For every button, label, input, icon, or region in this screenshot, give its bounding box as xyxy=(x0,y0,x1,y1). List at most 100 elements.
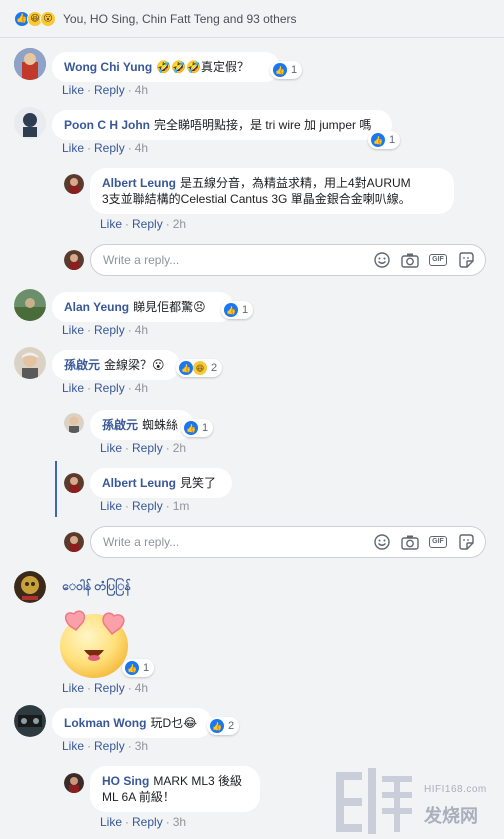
highlight-thread-line xyxy=(55,461,57,517)
like-count-badge[interactable]: 👍 1 xyxy=(122,659,155,677)
reply-link[interactable]: Reply xyxy=(132,441,163,455)
timestamp[interactable]: 4h xyxy=(135,83,148,97)
like-link[interactable]: Like xyxy=(100,499,122,513)
like-count-badge[interactable]: 👍 1 xyxy=(368,131,401,149)
comment-text: 蜘蛛絲 xyxy=(142,418,179,432)
reply-link[interactable]: Reply xyxy=(132,499,163,513)
comment-bubble: Alan Yeung 睇見佢都驚😣 xyxy=(52,292,234,322)
reply-link[interactable]: Reply xyxy=(94,681,125,695)
avatar[interactable] xyxy=(64,413,84,433)
like-count-badge[interactable]: 👍 😆 2 xyxy=(176,359,223,377)
comment-author[interactable]: Albert Leung xyxy=(102,476,176,490)
like-count-badge[interactable]: 👍 1 xyxy=(270,61,303,79)
reply-link[interactable]: Reply xyxy=(94,323,125,337)
like-link[interactable]: Like xyxy=(62,141,84,155)
like-count: 2 xyxy=(228,720,235,732)
sticker-icon[interactable] xyxy=(457,534,475,550)
avatar[interactable] xyxy=(64,473,84,493)
like-count-badge[interactable]: 👍 1 xyxy=(181,419,214,437)
comment-author[interactable]: 孫啟元 xyxy=(64,358,100,372)
sticker-icon[interactable] xyxy=(457,252,475,268)
avatar[interactable] xyxy=(14,289,46,321)
like-icon: 👍 xyxy=(125,661,139,675)
like-count-badge[interactable]: 👍 2 xyxy=(207,717,240,735)
comment-text: 完全睇唔明點接，是 tri wire 加 jumper 嗎 xyxy=(154,118,372,132)
timestamp[interactable]: 4h xyxy=(135,323,148,337)
avatar-image xyxy=(64,532,84,552)
reply-input[interactable]: Write a reply... GIF xyxy=(90,244,486,276)
like-link[interactable]: Like xyxy=(62,83,84,97)
heart-eyes-sticker[interactable] xyxy=(56,604,132,680)
timestamp[interactable]: 4h xyxy=(135,681,148,695)
reply-link[interactable]: Reply xyxy=(94,141,125,155)
reply-bubble: Albert Leung 是五線分音，為精益求精，用上4對AURUM 3支並聯結構… xyxy=(90,168,454,214)
comment-author[interactable]: Lokman Wong xyxy=(64,716,146,730)
avatar[interactable] xyxy=(14,347,46,379)
like-link[interactable]: Like xyxy=(100,441,122,455)
emoji-icon[interactable] xyxy=(373,252,391,268)
comment-text: 🤣🤣🤣真定假？ xyxy=(156,60,250,74)
timestamp[interactable]: 4h xyxy=(135,141,148,155)
comment-author[interactable]: Poon C H John xyxy=(64,118,150,132)
like-link[interactable]: Like xyxy=(62,681,84,695)
reply-actions: Like · Reply · 3h xyxy=(100,815,187,829)
comment-author[interactable]: ေဝါန် တံပြြန် xyxy=(62,579,131,593)
like-link[interactable]: Like xyxy=(62,739,84,753)
avatar[interactable] xyxy=(64,773,84,793)
timestamp[interactable]: 3h xyxy=(135,739,148,753)
camera-icon[interactable] xyxy=(401,534,419,550)
watermark: HIFI168.com 发烧网 xyxy=(330,762,504,839)
my-avatar xyxy=(64,250,84,270)
like-count: 1 xyxy=(143,662,150,674)
reply-placeholder: Write a reply... xyxy=(103,535,180,549)
avatar[interactable] xyxy=(14,571,46,603)
avatar-image xyxy=(64,473,84,493)
like-link[interactable]: Like xyxy=(62,323,84,337)
avatar[interactable] xyxy=(14,705,46,737)
reply-link[interactable]: Reply xyxy=(94,381,125,395)
gif-icon[interactable]: GIF xyxy=(429,252,447,268)
avatar[interactable] xyxy=(14,48,46,80)
like-count: 1 xyxy=(291,64,298,76)
like-count: 1 xyxy=(202,422,209,434)
emoji-icon[interactable] xyxy=(373,534,391,550)
reaction-icons: 👍 😆 😮 xyxy=(14,10,56,27)
comment-author-line: ေဝါန် တံပြြန် xyxy=(62,578,135,596)
comment-author[interactable]: Wong Chi Yung xyxy=(64,60,152,74)
avatar-image xyxy=(64,250,84,270)
comment-author[interactable]: HO Sing xyxy=(102,774,149,788)
camera-icon[interactable] xyxy=(401,252,419,268)
watermark-site: HIFI168.com xyxy=(424,784,487,795)
timestamp[interactable]: 4h xyxy=(135,381,148,395)
comment-bubble: Poon C H John 完全睇唔明點接，是 tri wire 加 jumper… xyxy=(52,110,392,140)
reply-link[interactable]: Reply xyxy=(132,815,163,829)
haha-icon: 😆 xyxy=(193,361,207,375)
reactions-text[interactable]: You, HO Sing, Chin Fatt Teng and 93 othe… xyxy=(63,12,296,26)
like-link[interactable]: Like xyxy=(100,815,122,829)
comment-bubble: Lokman Wong 玩D乜😂 xyxy=(52,708,212,738)
like-link[interactable]: Like xyxy=(100,217,122,231)
comment-author[interactable]: Albert Leung xyxy=(102,176,176,190)
avatar[interactable] xyxy=(64,174,84,194)
like-count-badge[interactable]: 👍 1 xyxy=(221,301,254,319)
timestamp[interactable]: 1m xyxy=(173,499,190,513)
reply-link[interactable]: Reply xyxy=(94,739,125,753)
reply-link[interactable]: Reply xyxy=(94,83,125,97)
reply-input[interactable]: Write a reply... GIF xyxy=(90,526,486,558)
comment-text: 玩D乜😂 xyxy=(150,716,198,730)
like-link[interactable]: Like xyxy=(62,381,84,395)
comment-actions: Like · Reply · 3h xyxy=(62,739,149,753)
comment-author[interactable]: Alan Yeung xyxy=(64,300,129,314)
comment-author[interactable]: 孫啟元 xyxy=(102,418,138,432)
reactions-summary[interactable]: 👍 😆 😮 You, HO Sing, Chin Fatt Teng and 9… xyxy=(0,0,504,38)
timestamp[interactable]: 3h xyxy=(173,815,186,829)
reply-link[interactable]: Reply xyxy=(132,217,163,231)
timestamp[interactable]: 2h xyxy=(173,217,186,231)
avatar[interactable] xyxy=(14,107,46,139)
avatar-image xyxy=(14,347,46,379)
gif-icon[interactable]: GIF xyxy=(429,534,447,550)
reply-tools: GIF xyxy=(363,534,485,550)
reply-bubble: 孫啟元 蜘蛛絲 xyxy=(90,410,194,440)
like-icon: 👍 xyxy=(224,303,238,317)
timestamp[interactable]: 2h xyxy=(173,441,186,455)
